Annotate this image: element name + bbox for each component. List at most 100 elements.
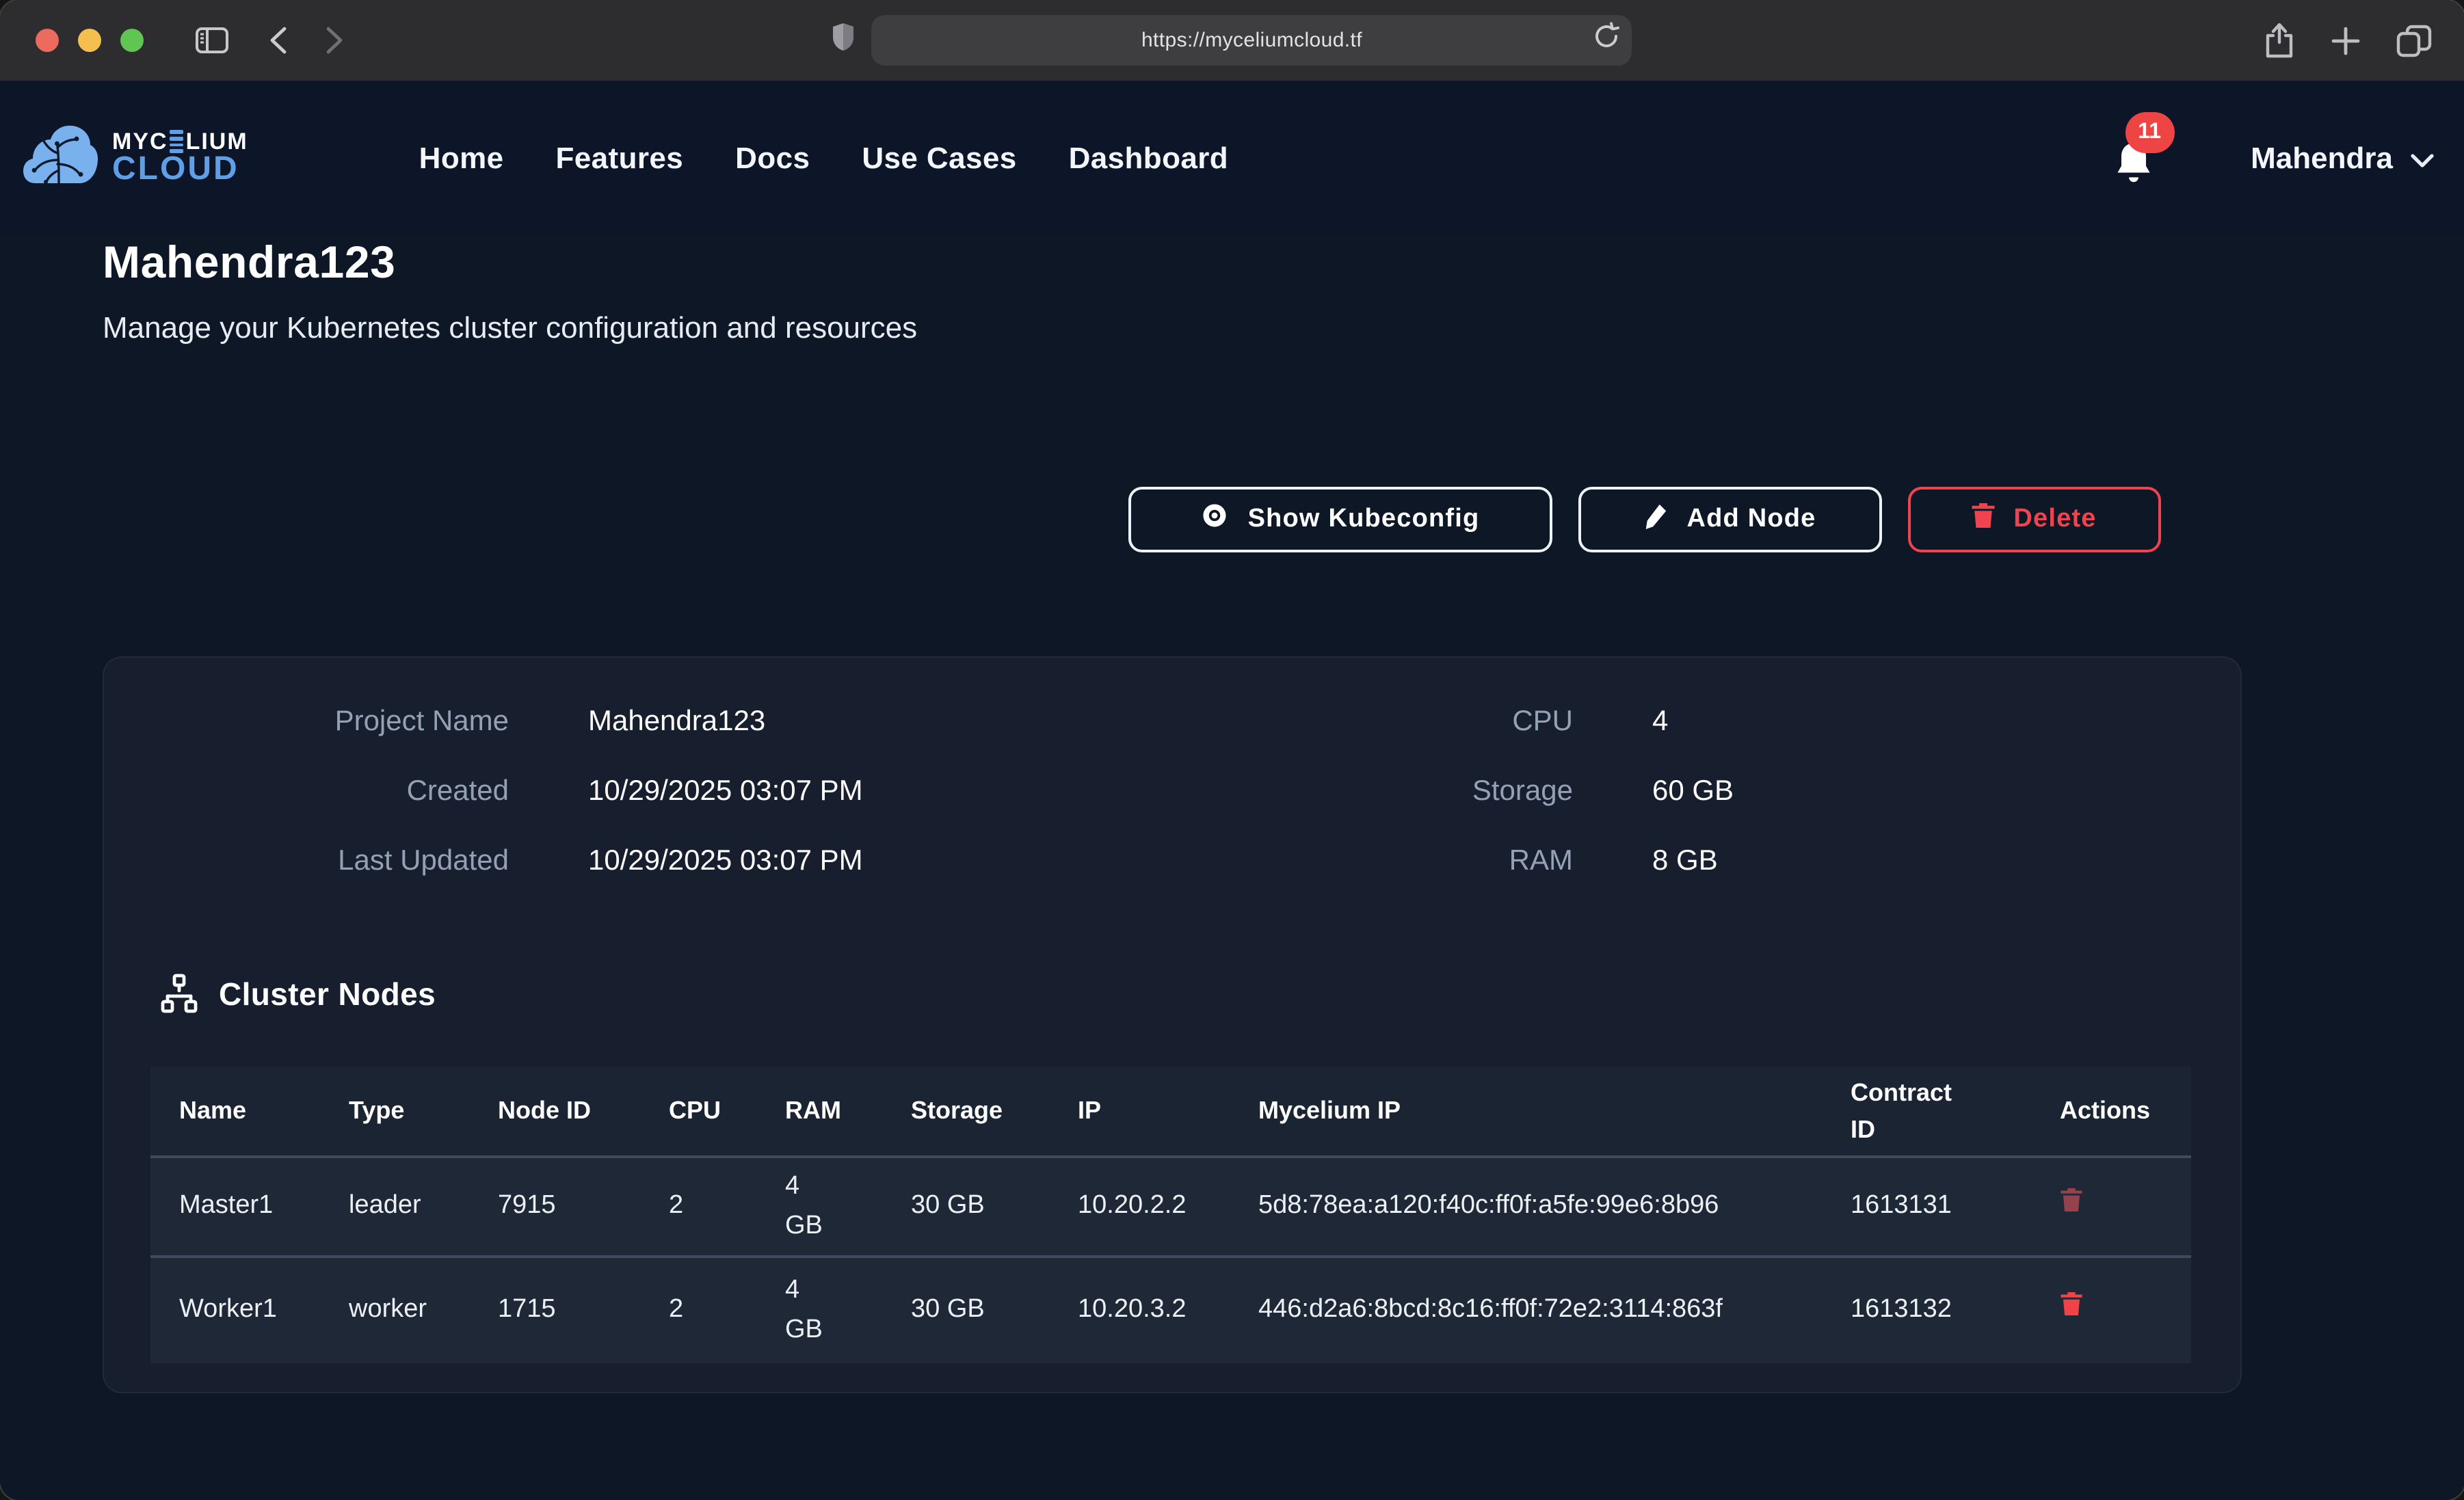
info-label: CPU (1172, 706, 1573, 738)
cell-mycelium-ip: 446:d2a6:8bcd:8c16:ff0f:72e2:3114:863f (1258, 1257, 1851, 1363)
refresh-icon[interactable] (1594, 22, 1620, 51)
logo-e-glyph (170, 131, 184, 153)
privacy-shield-icon (832, 22, 856, 59)
info-label: Last Updated (104, 845, 509, 878)
brand-logo-text: MYCLIUM CLOUD (112, 130, 248, 186)
info-value: Mahendra123 (588, 706, 765, 738)
cluster-info-right: CPU 4 Storage 60 GB RAM 8 GB (1172, 706, 2240, 881)
page-subtitle: Manage your Kubernetes cluster configura… (103, 310, 917, 346)
info-row: RAM 8 GB (1172, 845, 2240, 881)
cell-type: leader (349, 1157, 498, 1257)
add-node-label: Add Node (1686, 505, 1816, 535)
cell-name: Master1 (150, 1157, 349, 1257)
column-header-node-id: Node ID (498, 1067, 669, 1157)
zoom-window-button[interactable] (120, 29, 144, 52)
info-row: Last Updated 10/29/2025 03:07 PM (104, 845, 1172, 881)
sidebar-toggle-icon[interactable] (196, 27, 228, 53)
notifications-button[interactable]: 11 (2106, 128, 2160, 188)
browser-window: https://myceliumcloud.tf Mahendra123 Man… (0, 0, 2464, 1500)
notification-badge: 11 (2125, 111, 2174, 152)
column-header-ip: IP (1078, 1067, 1258, 1157)
column-header-storage: Storage (911, 1067, 1078, 1157)
browser-chrome: https://myceliumcloud.tf (0, 0, 2464, 81)
info-value: 10/29/2025 03:07 PM (588, 845, 863, 878)
back-icon[interactable] (269, 26, 287, 55)
nav-link-home[interactable]: Home (419, 140, 504, 176)
close-window-button[interactable] (36, 29, 59, 52)
cluster-nodes-heading: Cluster Nodes (219, 976, 436, 1013)
cell-node-id: 7915 (498, 1157, 669, 1257)
info-value: 4 (1652, 706, 1668, 738)
chevron-down-icon (2409, 140, 2434, 176)
show-kubeconfig-button[interactable]: Show Kubeconfig (1128, 487, 1552, 552)
column-header-mycelium-ip: Mycelium IP (1258, 1067, 1851, 1157)
cell-cpu: 2 (669, 1257, 785, 1363)
cell-storage: 30 GB (911, 1257, 1078, 1363)
info-label: Project Name (104, 706, 509, 738)
pencil-icon (1643, 501, 1669, 538)
info-value: 8 GB (1652, 845, 1718, 878)
column-header-type: Type (349, 1067, 498, 1157)
trash-icon (1971, 502, 1996, 537)
cluster-nodes-table: NameTypeNode IDCPURAMStorageIPMycelium I… (150, 1067, 2191, 1363)
info-row: CPU 4 (1172, 706, 2240, 741)
trash-icon (2060, 1291, 2083, 1317)
cell-contract-id: 1613131 (1851, 1157, 2060, 1257)
nav-link-docs[interactable]: Docs (735, 140, 810, 176)
cell-type: worker (349, 1257, 498, 1363)
share-icon[interactable] (2263, 23, 2294, 58)
cell-contract-id: 1613132 (1851, 1257, 2060, 1363)
cluster-details-card: Project Name Mahendra123 Created 10/29/2025… (103, 656, 2242, 1393)
cell-node-id: 1715 (498, 1257, 669, 1363)
nav-link-dashboard[interactable]: Dashboard (1069, 140, 1228, 176)
column-header-actions: Actions (2060, 1067, 2191, 1157)
cell-storage: 30 GB (911, 1157, 1078, 1257)
address-bar[interactable]: https://myceliumcloud.tf (872, 15, 1632, 66)
url-text: https://myceliumcloud.tf (1141, 29, 1362, 52)
cluster-info-left: Project Name Mahendra123 Created 10/29/2025… (104, 706, 1172, 881)
info-row: Created 10/29/2025 03:07 PM (104, 775, 1172, 811)
nav-link-use-cases[interactable]: Use Cases (862, 140, 1016, 176)
cell-ip: 10.20.3.2 (1078, 1257, 1258, 1363)
forward-icon[interactable] (326, 26, 343, 55)
top-navbar: MYCLIUM CLOUD Home Features Docs Use Cases D… (0, 81, 2464, 235)
cell-name: Worker1 (150, 1257, 349, 1363)
minimize-window-button[interactable] (78, 29, 101, 52)
info-value: 60 GB (1652, 775, 1734, 808)
column-header-ram: RAM (785, 1067, 911, 1157)
node-row: Master1leader791524 GB30 GB10.20.2.25d8:… (150, 1157, 2191, 1257)
mycelium-cloud-logo-icon (22, 123, 98, 193)
info-row: Project Name Mahendra123 (104, 706, 1172, 741)
cell-ip: 10.20.2.2 (1078, 1157, 1258, 1257)
network-nodes-icon (159, 974, 200, 1015)
brand-logo[interactable]: MYCLIUM CLOUD (22, 123, 248, 193)
info-label: Storage (1172, 775, 1573, 808)
column-header-contract-id: Contract ID (1851, 1067, 2060, 1157)
table-header-row: NameTypeNode IDCPURAMStorageIPMycelium I… (150, 1067, 2191, 1157)
delete-cluster-button[interactable]: Delete (1907, 487, 2160, 552)
column-header-name: Name (150, 1067, 349, 1157)
nav-link-features[interactable]: Features (556, 140, 684, 176)
page-title: Mahendra123 (103, 237, 395, 289)
traffic-lights (36, 29, 144, 52)
user-menu[interactable]: Mahendra (2251, 140, 2434, 176)
node-row: Worker1worker171524 GB30 GB10.20.3.2446:… (150, 1257, 2191, 1363)
cluster-actions: Show Kubeconfig Add Node Delete (1128, 487, 2160, 552)
delete-label: Delete (2013, 505, 2096, 535)
tab-overview-icon[interactable] (2396, 24, 2431, 57)
info-value: 10/29/2025 03:07 PM (588, 775, 863, 808)
info-row: Storage 60 GB (1172, 775, 2240, 811)
delete-node-button[interactable] (2060, 1291, 2083, 1317)
page: Mahendra123 Manage your Kubernetes clust… (0, 81, 2464, 1500)
user-name: Mahendra (2251, 140, 2393, 176)
add-node-button[interactable]: Add Node (1578, 487, 1881, 552)
eye-icon (1200, 500, 1230, 539)
delete-node-button[interactable] (2060, 1188, 2083, 1214)
new-tab-icon[interactable] (2330, 25, 2360, 55)
info-label: Created (104, 775, 509, 808)
cell-actions (2060, 1257, 2191, 1363)
trash-icon (2060, 1188, 2083, 1214)
cell-mycelium-ip: 5d8:78ea:a120:f40c:ff0f:a5fe:99e6:8b96 (1258, 1157, 1851, 1257)
info-label: RAM (1172, 845, 1573, 878)
column-header-cpu: CPU (669, 1067, 785, 1157)
